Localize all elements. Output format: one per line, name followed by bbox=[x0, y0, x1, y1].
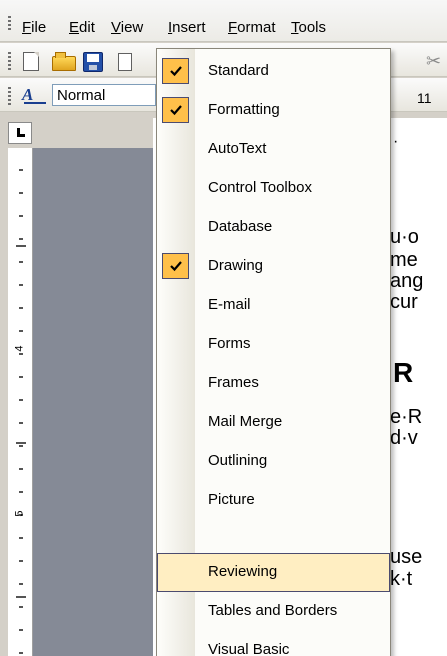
menu-item-label: Tables and Borders bbox=[208, 602, 338, 619]
document-text: · bbox=[393, 133, 399, 150]
document-text: me bbox=[390, 249, 418, 271]
menu-file[interactable]: File bbox=[22, 20, 46, 36]
menubar-grip[interactable] bbox=[8, 16, 11, 32]
checkmark-icon bbox=[162, 58, 189, 84]
document-text: ang bbox=[390, 270, 424, 292]
menu-item-outlining[interactable]: Outlining bbox=[157, 442, 390, 481]
menu-item-label: Forms bbox=[208, 335, 251, 352]
menu-item-tables-and-borders[interactable]: Tables and Borders bbox=[157, 592, 390, 631]
menu-format[interactable]: Format bbox=[228, 20, 276, 36]
menu-item-label: Frames bbox=[208, 374, 259, 391]
permission-icon[interactable] bbox=[118, 53, 132, 71]
styles-and-formatting-icon[interactable]: A bbox=[22, 84, 46, 106]
checkmark-icon bbox=[162, 253, 189, 279]
menu-item-label: Control Toolbox bbox=[208, 179, 312, 196]
ruler-major-tick bbox=[16, 442, 26, 444]
new-document-icon[interactable] bbox=[23, 52, 39, 71]
menu-edit[interactable]: Edit bbox=[69, 20, 95, 36]
menu-item-label: Standard bbox=[208, 62, 269, 79]
page-margin-area bbox=[33, 148, 153, 656]
menu-item-label: Visual Basic bbox=[208, 641, 290, 656]
menu-item-label: E-mail bbox=[208, 296, 251, 313]
menu-item-formatting[interactable]: Formatting bbox=[157, 91, 390, 130]
cut-icon[interactable]: ✂ bbox=[426, 51, 441, 71]
menu-item-label: Picture bbox=[208, 491, 255, 508]
menu-item-database[interactable]: Database bbox=[157, 208, 390, 247]
menu-insert[interactable]: Insert bbox=[168, 20, 206, 36]
open-folder-icon[interactable] bbox=[52, 52, 76, 71]
document-text: d·v bbox=[390, 427, 418, 449]
menu-item-reviewing[interactable]: Reviewing bbox=[157, 553, 390, 592]
ruler-major-tick bbox=[16, 596, 26, 598]
formatting-toolbar-grip[interactable] bbox=[8, 87, 11, 105]
menu-item-frames[interactable]: Frames bbox=[157, 364, 390, 403]
menu-item-mail-merge[interactable]: Mail Merge bbox=[157, 403, 390, 442]
ruler-major-tick bbox=[16, 245, 26, 247]
document-text: use bbox=[390, 546, 423, 568]
menu-item-picture[interactable]: Picture bbox=[157, 481, 390, 520]
menu-item-label: Drawing bbox=[208, 257, 264, 274]
menu-item-label: Formatting bbox=[208, 101, 280, 118]
menu-item-drawing[interactable]: Drawing bbox=[157, 247, 390, 286]
menu-item-label: Database bbox=[208, 218, 273, 235]
menu-item-label: Mail Merge bbox=[208, 413, 283, 430]
menu-item-standard[interactable]: Standard bbox=[157, 52, 390, 91]
toolbars-submenu: Standard Formatting AutoText Control Too… bbox=[156, 48, 391, 656]
ruler-label-5: 5 bbox=[13, 510, 26, 517]
style-dropdown[interactable]: Normal bbox=[52, 84, 156, 106]
document-text: u·o bbox=[390, 226, 419, 248]
tab-selector-button[interactable] bbox=[8, 122, 32, 144]
document-text: cur bbox=[390, 291, 418, 313]
font-size-value[interactable]: 11 bbox=[417, 90, 432, 106]
menu-view[interactable]: View bbox=[111, 20, 143, 36]
menu-bar: File Edit View Insert Format Tools bbox=[0, 0, 447, 42]
ruler-label-4: 4 bbox=[13, 345, 26, 352]
menu-item-visual-basic[interactable]: Visual Basic bbox=[157, 631, 390, 656]
menu-item-autotext[interactable]: AutoText bbox=[157, 130, 390, 169]
menu-item-e-mail[interactable]: E-mail bbox=[157, 286, 390, 325]
menu-item-label: Reviewing bbox=[208, 563, 278, 580]
document-text: k·t bbox=[390, 568, 413, 590]
ruler-ticks bbox=[19, 148, 23, 656]
document-heading: R bbox=[393, 357, 414, 388]
menu-item-control-toolbox[interactable]: Control Toolbox bbox=[157, 169, 390, 208]
save-disk-icon[interactable] bbox=[83, 52, 103, 72]
menu-item-label: AutoText bbox=[208, 140, 267, 157]
style-dropdown-value: Normal bbox=[57, 87, 106, 104]
vertical-ruler[interactable]: 4 5 bbox=[8, 148, 33, 656]
menu-tools[interactable]: Tools bbox=[291, 20, 326, 36]
document-text: e·R bbox=[390, 406, 423, 428]
menu-item-forms[interactable]: Forms bbox=[157, 325, 390, 364]
standard-toolbar-grip[interactable] bbox=[8, 52, 11, 70]
menu-item-label: Outlining bbox=[208, 452, 268, 469]
checkmark-icon bbox=[162, 97, 189, 123]
